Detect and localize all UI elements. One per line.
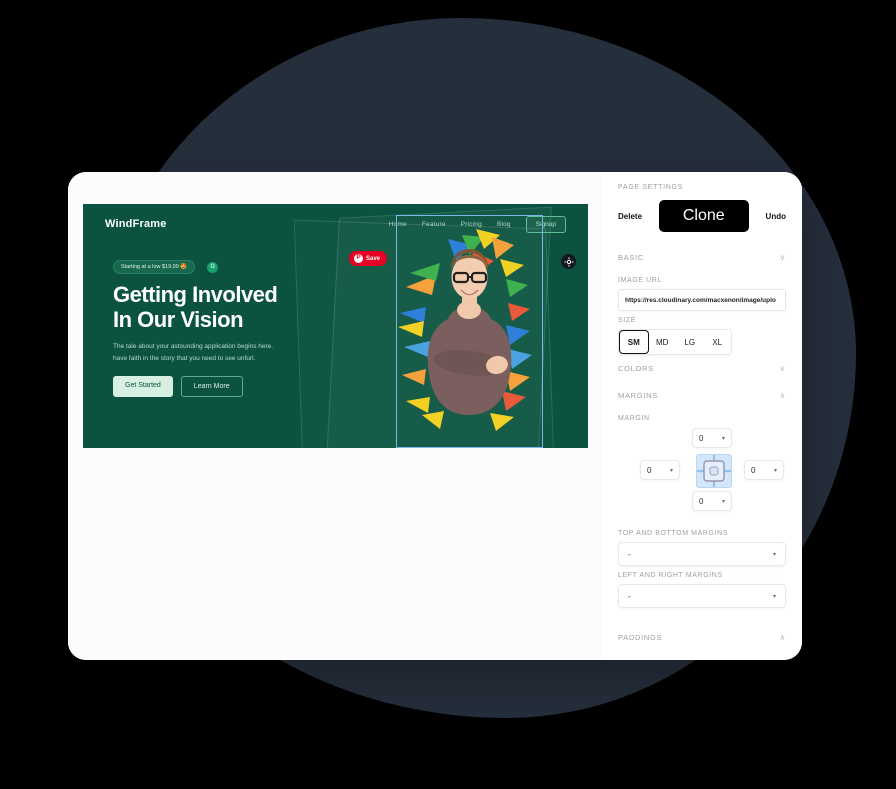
margin-bottom-select[interactable]: 0 ▾ [692, 491, 732, 511]
image-url-label: IMAGE URL [618, 277, 662, 284]
promo-badge[interactable]: Starting at a low $19.99 🤩 [113, 260, 196, 274]
editor-canvas[interactable]: WindFrame Home Feature Pricing Blog Sign… [68, 172, 602, 660]
caret-down-icon: ▾ [721, 498, 725, 505]
left-right-margins-label: LEFT AND RIGHT MARGINS [618, 572, 723, 579]
panel-action-row: Delete Clone Undo [618, 200, 786, 232]
left-right-margins-value: - [628, 591, 631, 601]
brand-logo[interactable]: WindFrame [105, 218, 167, 230]
chevron-down-icon[interactable]: ∨ [779, 253, 786, 262]
selected-image-element[interactable]: P Save [349, 215, 576, 448]
caret-down-icon: ▾ [772, 593, 776, 600]
section-colors[interactable]: COLORS ∨ [618, 355, 786, 382]
section-paddings-label: PADDINGS [618, 633, 663, 642]
margin-top-value: 0 [699, 433, 704, 443]
pinterest-icon: P [354, 254, 363, 263]
chevron-up-icon[interactable]: ∧ [779, 633, 786, 642]
section-margins[interactable]: MARGINS ∧ [618, 382, 786, 409]
get-started-button[interactable]: Get Started [113, 376, 173, 397]
chevron-down-icon[interactable]: ∨ [779, 364, 786, 373]
size-option-xl[interactable]: XL [704, 330, 732, 354]
undo-button[interactable]: Undo [766, 212, 786, 221]
section-margins-label: MARGINS [618, 391, 658, 400]
hero-heading-line1: Getting Involved [113, 282, 278, 307]
app-window: WindFrame Home Feature Pricing Blog Sign… [68, 172, 802, 660]
section-basic[interactable]: BASIC ∨ [618, 244, 786, 271]
margin-right-select[interactable]: 0 ▾ [744, 460, 784, 480]
learn-more-button[interactable]: Learn More [180, 376, 243, 397]
margin-left-select[interactable]: 0 ▾ [640, 460, 680, 480]
pinterest-save-label: Save [366, 255, 381, 262]
panel-title: PAGE SETTINGS [618, 184, 683, 191]
size-option-md[interactable]: MD [649, 330, 677, 354]
delete-button[interactable]: Delete [618, 212, 642, 221]
hero-subtext: The tale about your astounding applicati… [113, 341, 283, 364]
hero-heading-line2: In Our Vision [113, 306, 244, 332]
size-label: SIZE [618, 317, 636, 324]
size-option-sm[interactable]: SM [619, 330, 649, 354]
hero-cta-row: Get Started Learn More [113, 376, 363, 397]
clone-button[interactable]: Clone [658, 200, 749, 232]
section-basic-label: BASIC [618, 253, 645, 262]
top-bottom-margins-label: TOP AND BOTTOM MARGINS [618, 530, 729, 537]
top-bottom-margins-value: - [628, 549, 631, 559]
caret-down-icon: ▾ [721, 435, 725, 442]
section-colors-label: COLORS [618, 364, 654, 373]
hero-subtext-line1: The tale about your astounding applicati… [113, 343, 274, 351]
hero-section: Starting at a low $19.99 🤩 G Getting Inv… [113, 260, 363, 397]
margin-left-value: 0 [647, 465, 652, 475]
margin-top-select[interactable]: 0 ▾ [692, 428, 732, 448]
website-preview[interactable]: WindFrame Home Feature Pricing Blog Sign… [83, 204, 588, 448]
caret-down-icon: ▾ [772, 551, 776, 558]
margin-bottom-value: 0 [699, 496, 704, 506]
margin-right-value: 0 [751, 465, 756, 475]
pinterest-save-button[interactable]: P Save [349, 251, 388, 266]
selection-outline [396, 215, 543, 448]
caret-down-icon: ▾ [669, 467, 673, 474]
hero-heading: Getting Involved In Our Vision [113, 282, 363, 332]
target-icon[interactable] [561, 254, 576, 269]
margin-label: MARGIN [618, 415, 650, 422]
caret-down-icon: ▾ [773, 467, 777, 474]
image-url-input[interactable]: https://res.cloudinary.com/macxenon/imag… [618, 289, 786, 311]
badge-circle-icon: G [207, 261, 219, 273]
top-bottom-margins-select[interactable]: - ▾ [618, 542, 786, 566]
size-option-group[interactable]: SM MD LG XL [618, 329, 732, 355]
hero-subtext-line2: have faith in the story that you need to… [113, 354, 256, 362]
section-paddings[interactable]: PADDINGS ∧ [618, 624, 786, 651]
chevron-up-icon[interactable]: ∧ [779, 391, 786, 400]
margin-box-icon [696, 454, 732, 488]
settings-panel[interactable]: PAGE SETTINGS Delete Clone Undo BASIC ∨ … [602, 172, 802, 660]
left-right-margins-select[interactable]: - ▾ [618, 584, 786, 608]
size-option-lg[interactable]: LG [676, 330, 704, 354]
margin-widget[interactable]: 0 ▾ 0 ▾ 0 ▾ 0 ▾ [618, 428, 786, 524]
hero-badge-row: Starting at a low $19.99 🤩 G [113, 260, 363, 274]
